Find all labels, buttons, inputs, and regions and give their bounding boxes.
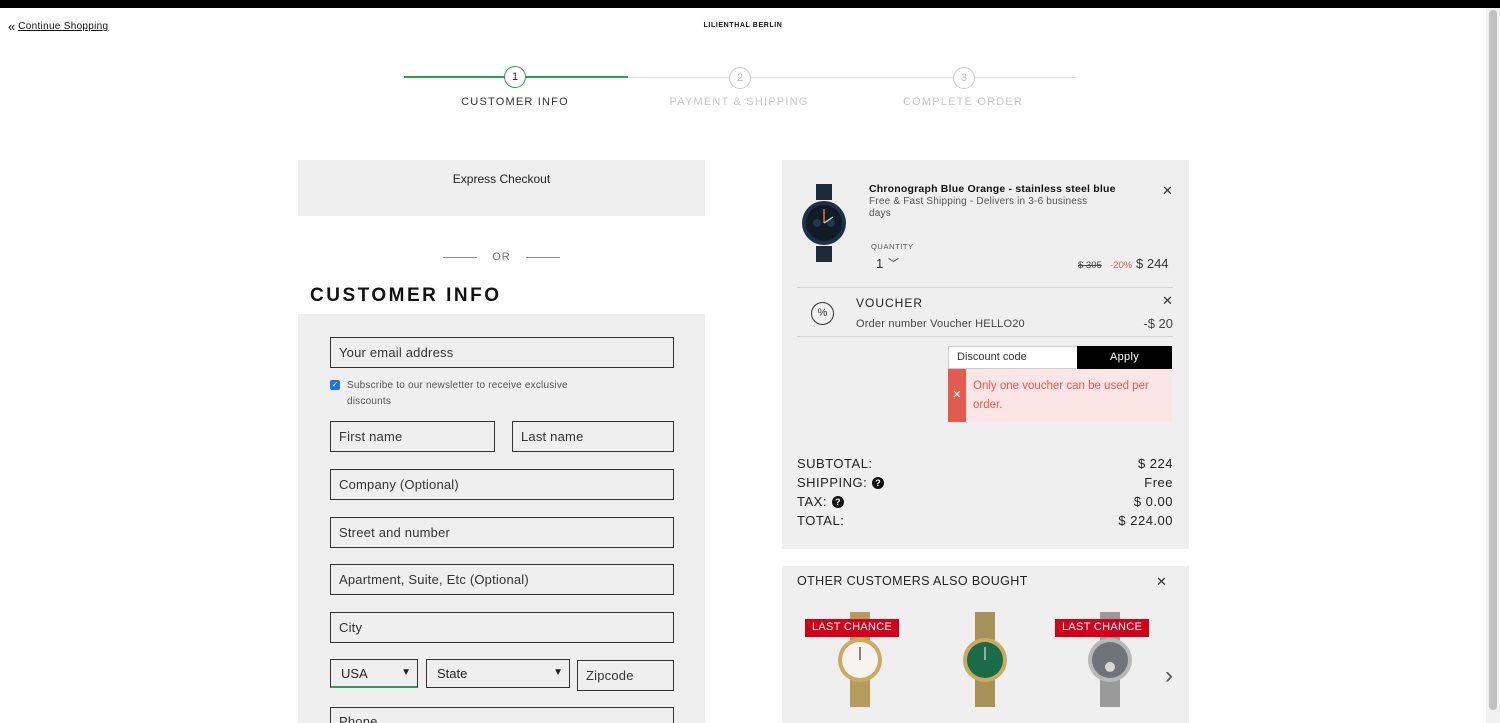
- shipping-label: SHIPPING:: [797, 475, 868, 490]
- state-select[interactable]: State ▼: [426, 659, 570, 688]
- step-1-label: CUSTOMER INFO: [461, 96, 569, 108]
- voucher-subtitle: Order number Voucher HELLO20: [856, 318, 1025, 330]
- help-icon[interactable]: ?: [831, 495, 844, 508]
- discount-code-input[interactable]: Discount code: [948, 346, 1078, 369]
- remove-voucher-icon[interactable]: ✕: [1162, 294, 1173, 307]
- subtotal-value: $ 224: [1137, 456, 1173, 471]
- tax-value: $ 0.00: [1133, 494, 1173, 509]
- continue-shopping-link[interactable]: « Continue Shopping: [8, 18, 109, 34]
- original-price: $ 305: [1078, 260, 1102, 271]
- voucher-title: VOUCHER: [856, 296, 924, 310]
- country-select[interactable]: USA ▼: [330, 659, 418, 688]
- shipping-label-group: SHIPPING:?: [797, 475, 885, 490]
- state-select-value: State: [437, 666, 468, 681]
- total-label: TOTAL:: [797, 513, 845, 528]
- chevron-right-icon[interactable]: ›: [1165, 662, 1173, 690]
- quantity-select[interactable]: 1: [876, 256, 883, 271]
- phone-field[interactable]: Phone: [330, 707, 674, 723]
- shipping-row: SHIPPING:? Free: [797, 475, 1173, 490]
- step-2-circle: 2: [729, 67, 751, 89]
- tax-row: TAX:? $ 0.00: [797, 494, 1173, 509]
- or-line-right: [526, 256, 560, 258]
- total-row: TOTAL: $ 224.00: [797, 513, 1173, 528]
- upsell-watch-2-image[interactable]: [957, 612, 1013, 707]
- chevron-down-icon: ▼: [401, 667, 411, 678]
- street-field[interactable]: Street and number: [330, 517, 674, 548]
- help-icon[interactable]: ?: [872, 476, 885, 489]
- cart-divider: [797, 287, 1173, 288]
- scrollbar-thumb[interactable]: [1489, 10, 1497, 710]
- express-checkout-label: Express Checkout: [452, 172, 551, 186]
- cart-divider: [797, 336, 1173, 337]
- continue-shopping-label: Continue Shopping: [18, 21, 109, 32]
- or-divider: OR: [443, 251, 560, 263]
- zipcode-field[interactable]: Zipcode: [577, 660, 674, 691]
- or-line-left: [443, 256, 477, 258]
- close-upsell-icon[interactable]: ✕: [1156, 575, 1167, 588]
- brand-logo[interactable]: LILIENTHAL BERLIN: [693, 22, 793, 29]
- newsletter-label: Subscribe to our newsletter to receive e…: [347, 380, 568, 407]
- voucher-error-message: Only one voucher can be used per order.: [973, 380, 1149, 411]
- last-chance-badge: LAST CHANCE: [1055, 619, 1150, 637]
- express-checkout-panel[interactable]: Express Checkout: [298, 160, 705, 216]
- product-price: $ 244: [1136, 256, 1169, 271]
- or-label: OR: [492, 251, 511, 263]
- product-title[interactable]: Chronograph Blue Orange - stainless stee…: [869, 183, 1116, 195]
- page-scrollbar[interactable]: [1486, 8, 1500, 723]
- step-3-label: COMPLETE ORDER: [902, 96, 1024, 108]
- upsell-title: OTHER CUSTOMERS ALSO BOUGHT: [797, 574, 1028, 588]
- total-value: $ 224.00: [1118, 513, 1173, 528]
- subtotal-label: SUBTOTAL:: [797, 456, 873, 471]
- chevron-down-icon: ▼: [553, 667, 563, 678]
- product-watch-image: [802, 184, 846, 262]
- first-name-field[interactable]: First name: [330, 421, 495, 452]
- remove-product-icon[interactable]: ✕: [1162, 184, 1173, 197]
- step-3-circle: 3: [953, 67, 975, 89]
- newsletter-checkbox[interactable]: ✓: [330, 380, 340, 390]
- email-field[interactable]: Your email address: [330, 337, 674, 368]
- browser-top-bar: [0, 0, 1500, 8]
- city-field[interactable]: City: [330, 612, 674, 643]
- apartment-field[interactable]: Apartment, Suite, Etc (Optional): [330, 564, 674, 595]
- progress-line-pending: [628, 77, 1076, 78]
- step-1-circle: 1: [504, 66, 526, 88]
- double-chevron-left-icon: «: [8, 18, 16, 34]
- tax-label-group: TAX:?: [797, 494, 844, 509]
- quantity-label: QUANTITY: [871, 242, 914, 251]
- tax-label: TAX:: [797, 494, 827, 509]
- discount-percent: -20%: [1110, 260, 1133, 271]
- country-select-value: USA: [341, 666, 368, 681]
- chevron-down-icon[interactable]: ﹀: [888, 255, 899, 271]
- last-chance-badge: LAST CHANCE: [805, 619, 900, 637]
- step-2-label: PAYMENT & SHIPPING: [669, 96, 809, 108]
- percent-icon: %: [811, 302, 834, 325]
- company-field[interactable]: Company (Optional): [330, 469, 674, 500]
- shipping-value: Free: [1144, 475, 1173, 490]
- apply-button[interactable]: Apply: [1077, 346, 1172, 369]
- error-close-icon[interactable]: ✕: [948, 369, 966, 422]
- subtotal-row: SUBTOTAL: $ 224: [797, 456, 1173, 471]
- voucher-amount: -$ 20: [1143, 316, 1173, 331]
- customer-info-title: CUSTOMER INFO: [310, 285, 502, 306]
- product-shipping-info: Free & Fast Shipping - Delivers in 3-6 b…: [869, 196, 1088, 219]
- last-name-field[interactable]: Last name: [512, 421, 674, 452]
